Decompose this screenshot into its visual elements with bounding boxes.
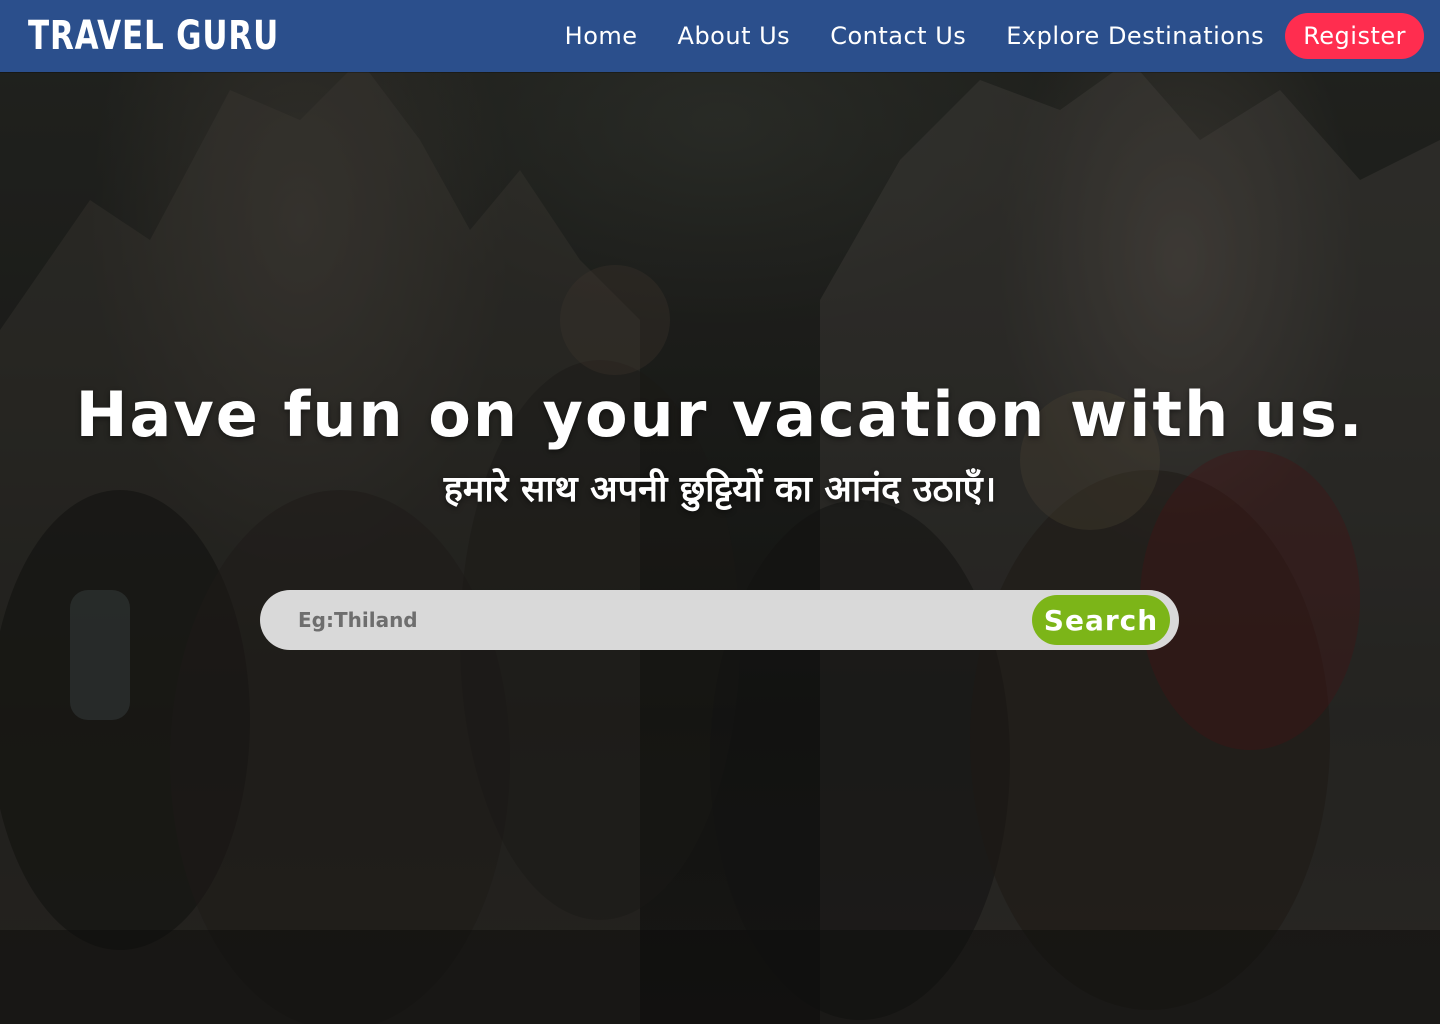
hero-subheadline: हमारे साथ अपनी छुट्टियों का आनंद उठाएँ। [443,469,997,510]
hero-section: Have fun on your vacation with us. हमारे… [0,0,1440,1024]
search-button[interactable]: Search [1032,595,1170,645]
nav-link-home[interactable]: Home [565,22,638,50]
register-button[interactable]: Register [1285,13,1424,59]
navbar: TRAVEL GURU Home About Us Contact Us Exp… [0,0,1440,72]
nav-link-about-us[interactable]: About Us [678,22,791,50]
nav-link-contact-us[interactable]: Contact Us [830,22,966,50]
hero-headline: Have fun on your vacation with us. [75,378,1365,451]
nav-links: Home About Us Contact Us Explore Destina… [565,13,1424,59]
brand-logo[interactable]: TRAVEL GURU [28,13,279,59]
nav-link-explore-destinations[interactable]: Explore Destinations [1006,22,1264,50]
search-input[interactable] [284,600,1052,640]
search-bar: Search [260,590,1179,650]
